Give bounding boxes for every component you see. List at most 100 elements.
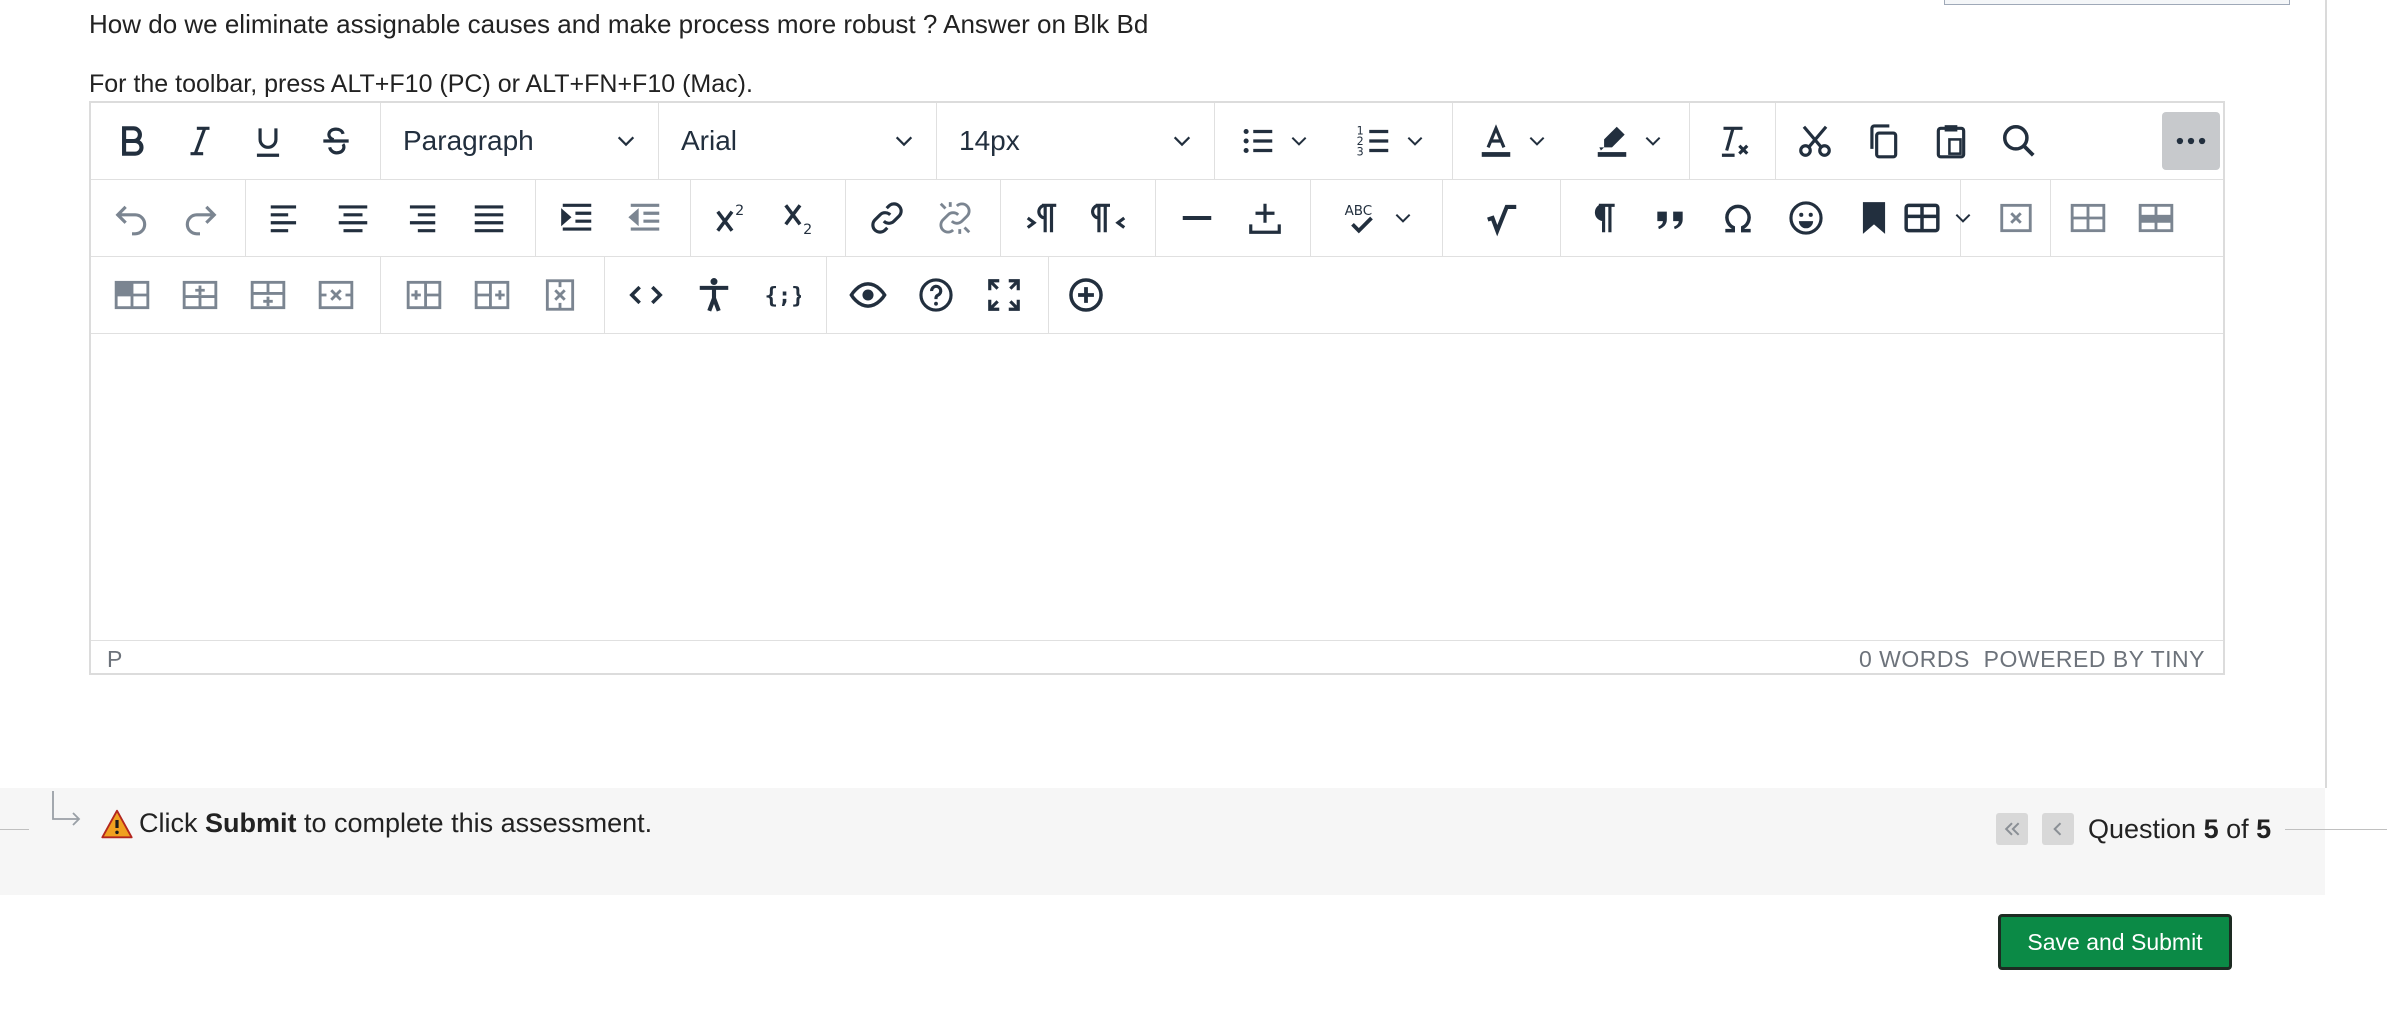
bold-button[interactable]: [103, 112, 161, 170]
block-format-select[interactable]: Paragraph: [381, 112, 659, 170]
align-right-button[interactable]: [392, 189, 450, 247]
font-family-group: Arial: [659, 103, 937, 180]
justify-button[interactable]: [460, 189, 518, 247]
remove-link-button[interactable]: [926, 189, 984, 247]
toolbar-row-3: {;}: [91, 257, 2223, 334]
table-rows-group: [91, 257, 381, 334]
paste-button[interactable]: [1922, 112, 1980, 170]
table-cell-props-button[interactable]: [103, 266, 161, 324]
table-row-props-button[interactable]: [2127, 189, 2185, 247]
add-content-group: [1049, 257, 1135, 334]
delete-column-button[interactable]: [531, 266, 589, 324]
braces-icon: {;}: [765, 283, 801, 309]
superscript-icon: 2: [716, 203, 744, 232]
element-path[interactable]: P: [107, 646, 122, 673]
font-size-select[interactable]: 14px: [937, 112, 1215, 170]
plus-circle-icon: [1069, 278, 1103, 312]
font-size-value: 14px: [959, 125, 1020, 156]
table-cell-icon: [114, 280, 150, 310]
align-center-button[interactable]: [324, 189, 382, 247]
save-and-submit-button[interactable]: Save and Submit: [1998, 914, 2232, 970]
cut-button[interactable]: [1786, 112, 1844, 170]
insert-link-button[interactable]: [858, 189, 916, 247]
subscript-icon: 2: [784, 204, 812, 237]
insert-column-after-button[interactable]: [463, 266, 521, 324]
accessibility-checker-button[interactable]: [685, 266, 743, 324]
rtl-button[interactable]: [1081, 189, 1139, 247]
delete-row-button[interactable]: [307, 266, 365, 324]
blockquote-button[interactable]: [1641, 189, 1699, 247]
font-family-select[interactable]: Arial: [659, 112, 937, 170]
chevron-down-icon: [1645, 136, 1661, 146]
redo-button[interactable]: [171, 189, 229, 247]
ltr-button[interactable]: [1013, 189, 1071, 247]
insert-row-before-button[interactable]: [171, 266, 229, 324]
indent-button[interactable]: [548, 189, 606, 247]
show-blocks-button[interactable]: [1573, 189, 1631, 247]
clear-formatting-button[interactable]: [1704, 112, 1762, 170]
insert-group: [1156, 180, 1311, 257]
insert-content-button[interactable]: [1236, 189, 1294, 247]
insert-row-before-icon: [182, 280, 218, 310]
table-button[interactable]: [1883, 189, 1993, 247]
link-group: [846, 180, 1001, 257]
delete-table-button[interactable]: [1987, 189, 2045, 247]
strikethrough-button[interactable]: [307, 112, 365, 170]
preview-button[interactable]: [839, 266, 897, 324]
align-left-button[interactable]: [256, 189, 314, 247]
ltr-paragraph-icon: [1026, 203, 1057, 233]
block-format-group: Paragraph: [381, 103, 659, 180]
text-color-button[interactable]: [1457, 112, 1567, 170]
highlight-color-button[interactable]: [1573, 112, 1683, 170]
eye-icon: [849, 282, 887, 308]
insert-row-after-icon: [250, 280, 286, 310]
svg-text:3: 3: [1357, 145, 1364, 158]
insert-row-after-button[interactable]: [239, 266, 297, 324]
script-group: 2 2: [691, 180, 846, 257]
emoticons-button[interactable]: [1777, 189, 1835, 247]
italic-button[interactable]: [171, 112, 229, 170]
bullet-list-button[interactable]: [1219, 112, 1329, 170]
word-count[interactable]: 0 WORDS: [1859, 646, 1970, 672]
outdent-button[interactable]: [616, 189, 674, 247]
accessibility-icon: [699, 278, 729, 312]
add-content-button[interactable]: [1057, 266, 1115, 324]
spellcheck-group: ABC: [1311, 180, 1443, 257]
subscript-button[interactable]: 2: [771, 189, 829, 247]
special-character-button[interactable]: [1709, 189, 1767, 247]
delete-column-icon: [545, 279, 575, 311]
toolbar-row-2: 2 2 ABC: [91, 180, 2223, 257]
first-question-button[interactable]: [1996, 813, 2028, 845]
undo-button[interactable]: [103, 189, 161, 247]
superscript-button[interactable]: 2: [703, 189, 761, 247]
insert-column-before-button[interactable]: [395, 266, 453, 324]
numbered-list-button[interactable]: 123: [1335, 112, 1445, 170]
submit-msg-bold: Submit: [205, 808, 297, 838]
history-group: [91, 180, 246, 257]
template-variables-button[interactable]: {;}: [753, 266, 811, 324]
text-style-group: [91, 103, 381, 180]
copy-button[interactable]: [1854, 112, 1912, 170]
horizontal-line-button[interactable]: [1168, 189, 1226, 247]
more-button[interactable]: [2162, 112, 2220, 170]
spellcheck-button[interactable]: ABC: [1323, 189, 1433, 247]
table-props-button[interactable]: [2059, 189, 2117, 247]
svg-text:2: 2: [735, 203, 744, 219]
math-equation-button[interactable]: [1473, 189, 1531, 247]
chevron-down-icon: [1395, 213, 1411, 223]
fullscreen-button[interactable]: [975, 266, 1033, 324]
link-icon: [871, 202, 903, 234]
bar-line-left: [0, 829, 29, 830]
find-replace-button[interactable]: [1990, 112, 2048, 170]
table-row-icon: [2138, 203, 2174, 233]
submit-msg-prefix: Click: [139, 808, 205, 838]
powered-by-link[interactable]: POWERED BY TINY: [1984, 646, 2205, 672]
justify-icon: [474, 205, 504, 233]
previous-question-button[interactable]: [2042, 813, 2074, 845]
source-code-button[interactable]: [617, 266, 675, 324]
alignment-group: [246, 180, 536, 257]
underline-button[interactable]: [239, 112, 297, 170]
table-cols-group: [381, 257, 605, 334]
editor-content-area[interactable]: [91, 336, 2223, 641]
help-button[interactable]: [907, 266, 965, 324]
